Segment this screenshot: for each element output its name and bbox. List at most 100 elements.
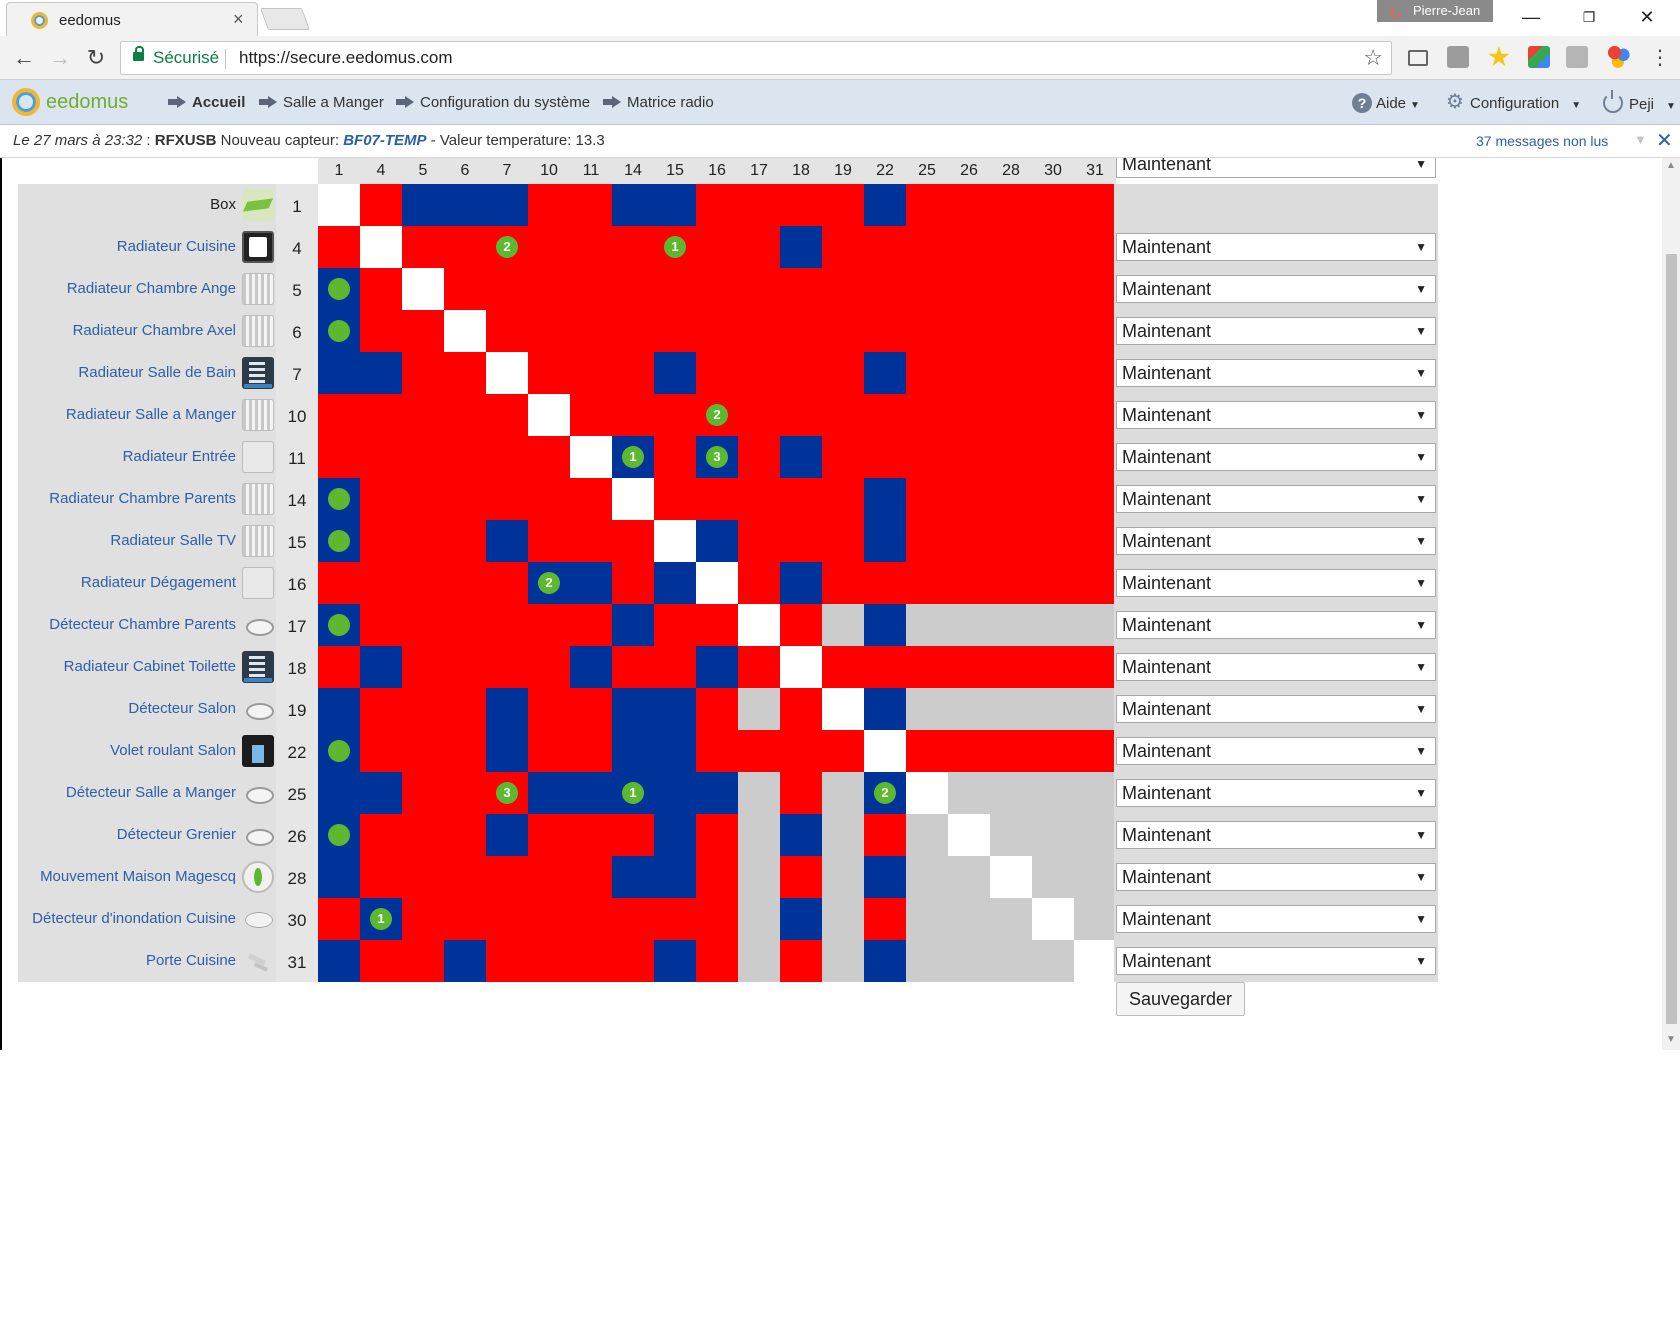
matrix-cell[interactable]	[570, 310, 612, 352]
matrix-cell[interactable]	[318, 562, 360, 604]
matrix-cell[interactable]	[1074, 940, 1116, 982]
matrix-cell[interactable]	[1074, 562, 1116, 604]
matrix-cell[interactable]	[654, 898, 696, 940]
matrix-cell[interactable]	[1074, 814, 1116, 856]
matrix-cell[interactable]	[654, 688, 696, 730]
matrix-cell[interactable]	[990, 646, 1032, 688]
matrix-cell[interactable]: 3	[486, 772, 528, 814]
matrix-cell[interactable]	[570, 562, 612, 604]
matrix-cell[interactable]	[528, 478, 570, 520]
matrix-cell[interactable]	[948, 562, 990, 604]
matrix-cell[interactable]	[822, 898, 864, 940]
matrix-cell[interactable]	[486, 604, 528, 646]
scroll-thumb[interactable]	[1666, 254, 1677, 1024]
matrix-cell[interactable]	[738, 688, 780, 730]
matrix-cell[interactable]	[1032, 478, 1074, 520]
matrix-cell[interactable]	[318, 646, 360, 688]
matrix-cell[interactable]	[570, 856, 612, 898]
matrix-cell[interactable]	[822, 940, 864, 982]
matrix-cell[interactable]	[738, 730, 780, 772]
matrix-cell[interactable]	[360, 394, 402, 436]
matrix-cell[interactable]	[570, 478, 612, 520]
back-icon[interactable]: ←	[10, 44, 38, 72]
matrix-cell[interactable]	[360, 814, 402, 856]
matrix-cell[interactable]	[654, 352, 696, 394]
matrix-cell[interactable]	[360, 688, 402, 730]
matrix-cell[interactable]	[738, 856, 780, 898]
matrix-cell[interactable]	[1074, 730, 1116, 772]
matrix-cell[interactable]	[1032, 268, 1074, 310]
matrix-cell[interactable]	[696, 646, 738, 688]
matrix-cell[interactable]	[948, 730, 990, 772]
matrix-cell[interactable]	[528, 520, 570, 562]
matrix-cell[interactable]	[822, 268, 864, 310]
matrix-cell[interactable]	[654, 940, 696, 982]
matrix-cell[interactable]	[444, 184, 486, 226]
matrix-cell[interactable]	[570, 394, 612, 436]
device-name-link[interactable]: Détecteur Salon	[128, 700, 236, 717]
matrix-cell[interactable]	[906, 184, 948, 226]
matrix-cell[interactable]	[570, 814, 612, 856]
matrix-cell[interactable]	[696, 268, 738, 310]
matrix-cell[interactable]	[444, 688, 486, 730]
device-name-link[interactable]: Radiateur Dégagement	[81, 574, 236, 591]
matrix-cell[interactable]	[528, 436, 570, 478]
matrix-cell[interactable]	[612, 268, 654, 310]
matrix-cell[interactable]	[486, 646, 528, 688]
matrix-cell[interactable]	[738, 604, 780, 646]
matrix-cell[interactable]	[402, 688, 444, 730]
time-select[interactable]: Maintenant ▼	[1116, 779, 1436, 807]
matrix-cell[interactable]	[528, 352, 570, 394]
device-name-link[interactable]: Détecteur Chambre Parents	[49, 616, 236, 633]
matrix-cell[interactable]	[948, 772, 990, 814]
matrix-cell[interactable]	[1032, 520, 1074, 562]
matrix-cell[interactable]	[444, 562, 486, 604]
matrix-cell[interactable]	[822, 394, 864, 436]
time-select[interactable]: Maintenant ▼	[1116, 569, 1436, 597]
matrix-cell[interactable]	[486, 814, 528, 856]
matrix-cell[interactable]	[780, 184, 822, 226]
matrix-cell[interactable]	[486, 394, 528, 436]
matrix-cell[interactable]	[822, 814, 864, 856]
matrix-cell[interactable]	[486, 688, 528, 730]
matrix-cell[interactable]	[1032, 772, 1074, 814]
matrix-cell[interactable]	[318, 730, 360, 772]
device-name-link[interactable]: Radiateur Cuisine	[117, 238, 236, 255]
nav-salle-a-manger[interactable]: Salle a Manger	[259, 94, 384, 111]
matrix-cell[interactable]	[1074, 604, 1116, 646]
matrix-cell[interactable]	[780, 772, 822, 814]
matrix-cell[interactable]	[738, 478, 780, 520]
matrix-cell[interactable]	[402, 520, 444, 562]
matrix-cell[interactable]	[1074, 184, 1116, 226]
matrix-cell[interactable]	[402, 856, 444, 898]
matrix-cell[interactable]	[990, 604, 1032, 646]
matrix-cell[interactable]	[948, 436, 990, 478]
matrix-cell[interactable]	[864, 646, 906, 688]
matrix-cell[interactable]	[654, 730, 696, 772]
matrix-cell[interactable]	[948, 184, 990, 226]
matrix-cell[interactable]	[696, 772, 738, 814]
matrix-cell[interactable]	[696, 226, 738, 268]
matrix-cell[interactable]	[780, 730, 822, 772]
matrix-cell[interactable]	[318, 436, 360, 478]
matrix-cell[interactable]	[948, 814, 990, 856]
matrix-cell[interactable]	[612, 520, 654, 562]
matrix-cell[interactable]	[612, 394, 654, 436]
matrix-cell[interactable]	[1032, 856, 1074, 898]
matrix-cell[interactable]	[948, 688, 990, 730]
matrix-cell[interactable]	[486, 730, 528, 772]
matrix-cell[interactable]	[864, 310, 906, 352]
device-name-link[interactable]: Radiateur Salle TV	[110, 532, 236, 549]
matrix-cell[interactable]	[990, 856, 1032, 898]
profile-button[interactable]: ↻ Pierre-Jean	[1377, 0, 1493, 22]
matrix-cell[interactable]	[486, 184, 528, 226]
matrix-cell[interactable]	[612, 688, 654, 730]
matrix-cell[interactable]	[906, 772, 948, 814]
matrix-cell[interactable]	[654, 268, 696, 310]
matrix-cell[interactable]	[654, 604, 696, 646]
matrix-cell[interactable]	[948, 226, 990, 268]
matrix-cell[interactable]	[738, 268, 780, 310]
matrix-cell[interactable]	[528, 730, 570, 772]
matrix-cell[interactable]	[318, 226, 360, 268]
extension-reader-icon[interactable]	[1447, 46, 1469, 68]
